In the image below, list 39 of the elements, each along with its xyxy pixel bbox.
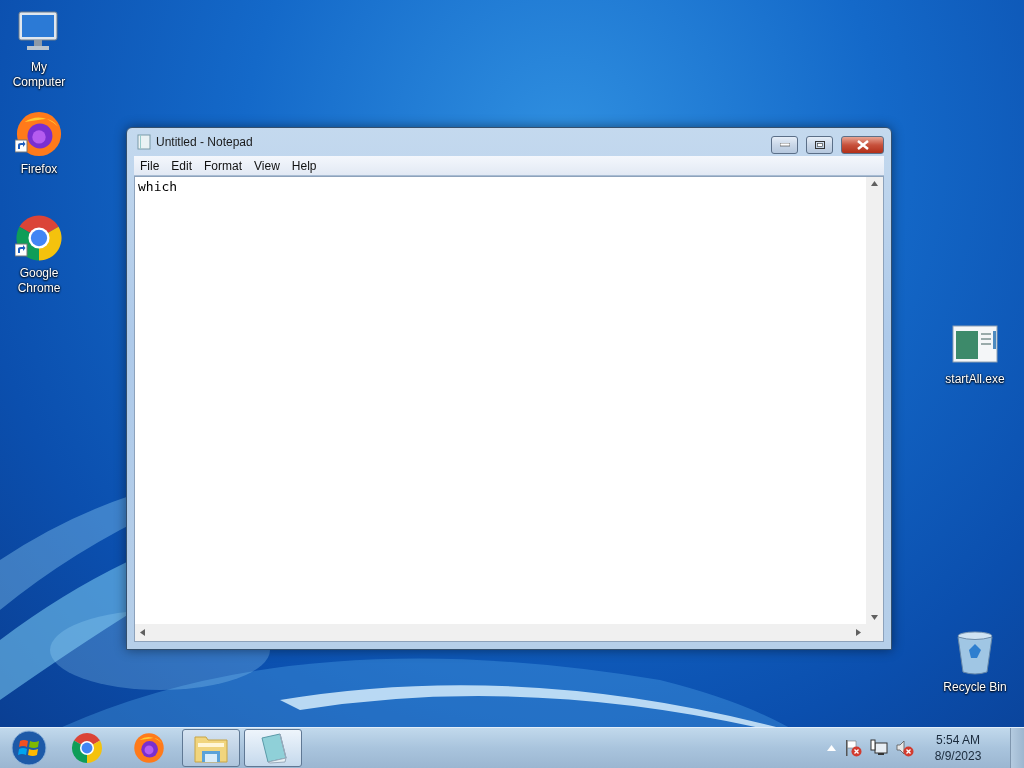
desktop-icon-label[interactable]: startAll.exe bbox=[945, 372, 1005, 387]
flag-error-icon[interactable] bbox=[844, 739, 862, 757]
minimize-button[interactable] bbox=[771, 136, 798, 154]
clock[interactable]: 5:54 AM 8/9/2023 bbox=[924, 732, 992, 764]
desktop-icon-label[interactable]: Firefox bbox=[20, 162, 58, 177]
desktop-icon-label[interactable]: Google Chrome bbox=[3, 266, 75, 296]
maximize-button[interactable] bbox=[806, 136, 833, 154]
minimize-icon bbox=[779, 143, 790, 147]
menu-item[interactable]: File bbox=[134, 158, 166, 173]
horizontal-scrollbar[interactable] bbox=[135, 624, 866, 641]
chrome-icon bbox=[71, 732, 103, 764]
taskbar-button[interactable] bbox=[244, 729, 302, 767]
firefox-icon bbox=[133, 732, 165, 764]
menu-item[interactable]: View bbox=[248, 158, 286, 173]
clock-time: 5:54 AM bbox=[936, 732, 980, 748]
folder-icon bbox=[194, 733, 228, 763]
notepad-icon bbox=[258, 732, 288, 764]
firefox-icon[interactable] bbox=[15, 110, 63, 158]
desktop-icon-label[interactable]: Recycle Bin bbox=[943, 680, 1007, 695]
scroll-down-icon[interactable] bbox=[871, 615, 878, 620]
scroll-left-icon[interactable] bbox=[140, 629, 145, 636]
close-button[interactable] bbox=[841, 136, 884, 154]
notepad-icon bbox=[137, 134, 151, 150]
desktop-icon-label[interactable]: My Computer bbox=[3, 60, 75, 90]
network-icon[interactable] bbox=[870, 739, 888, 757]
menu-item[interactable]: Edit bbox=[165, 158, 199, 173]
maximize-icon bbox=[814, 141, 825, 149]
scroll-up-icon[interactable] bbox=[871, 181, 878, 186]
taskbar-button[interactable] bbox=[182, 729, 240, 767]
menu-item[interactable]: Format bbox=[198, 158, 249, 173]
clock-date: 8/9/2023 bbox=[934, 748, 982, 764]
speaker-muted-icon[interactable] bbox=[896, 739, 914, 757]
chrome-icon[interactable] bbox=[15, 214, 63, 262]
scroll-right-icon[interactable] bbox=[856, 629, 861, 636]
menu-item[interactable]: Help bbox=[285, 158, 323, 173]
close-icon bbox=[856, 140, 869, 150]
vertical-scrollbar[interactable] bbox=[866, 177, 883, 624]
window-title: Untitled - Notepad bbox=[156, 135, 254, 149]
windows-orb-icon bbox=[11, 730, 47, 766]
